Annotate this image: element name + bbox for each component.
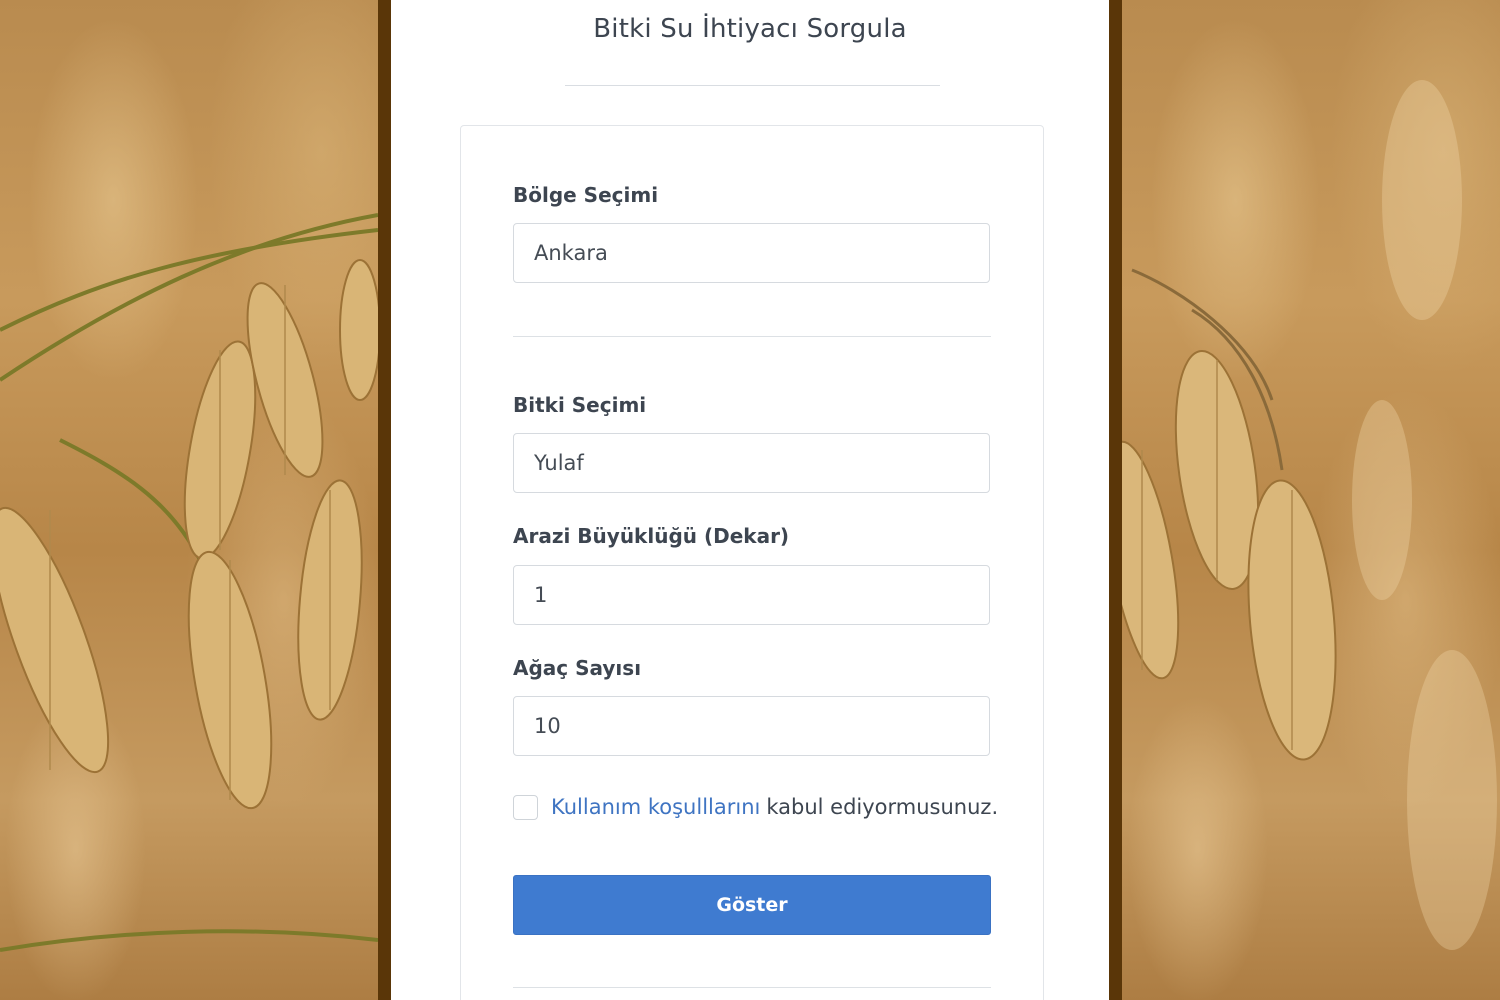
tree-count-value: 10: [534, 714, 561, 738]
background-photo-left: [0, 0, 378, 1000]
show-button-label: Göster: [716, 894, 788, 916]
page-title: Bitki Su İhtiyacı Sorgula: [593, 14, 907, 44]
plant-value: Yulaf: [534, 451, 584, 475]
land-size-label: Arazi Büyüklüğü (Dekar): [513, 524, 790, 548]
plant-label: Bitki Seçimi: [513, 393, 647, 417]
terms-checkbox[interactable]: [513, 794, 538, 820]
title-divider: [565, 85, 940, 86]
land-size-input[interactable]: 1: [513, 565, 990, 625]
region-select[interactable]: Ankara: [513, 223, 990, 283]
tree-count-input[interactable]: 10: [513, 696, 990, 756]
region-label: Bölge Seçimi: [513, 183, 659, 207]
bottom-divider: [513, 987, 991, 988]
plant-select[interactable]: Yulaf: [513, 433, 990, 493]
terms-link[interactable]: Kullanım koşulllarını: [551, 795, 760, 819]
main-page: Bitki Su İhtiyacı Sorgula Bölge Seçimi A…: [391, 0, 1109, 1000]
section-divider: [513, 336, 991, 337]
region-value: Ankara: [534, 241, 608, 265]
land-size-value: 1: [534, 583, 548, 607]
oat-ears-left-icon: [0, 213, 378, 952]
tree-count-label: Ağaç Sayısı: [513, 656, 642, 680]
terms-row: Kullanım koşulllarını kabul ediyormusunu…: [513, 792, 998, 822]
terms-text: kabul ediyormusunuz.: [766, 795, 999, 819]
form-card: Bölge Seçimi Ankara Bitki Seçimi Yulaf A…: [460, 125, 1044, 1000]
frame-left: [378, 0, 391, 1000]
background-photo-right: [1122, 0, 1500, 1000]
show-button[interactable]: Göster: [513, 875, 991, 935]
oat-ears-right-icon: [1122, 80, 1497, 950]
frame-right: [1109, 0, 1122, 1000]
